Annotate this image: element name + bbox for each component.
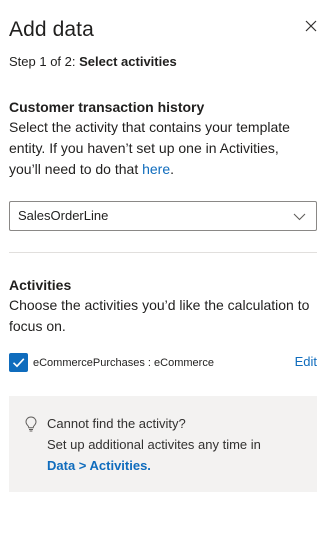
section-divider (9, 252, 317, 253)
activities-section-description: Choose the activities you’d like the cal… (9, 295, 321, 337)
edit-activity-link[interactable]: Edit (295, 354, 317, 370)
customer-section-description: Select the activity that contains your t… (9, 117, 321, 180)
data-activities-link[interactable]: Data > Activities. (47, 458, 151, 473)
activity-checkbox[interactable] (9, 353, 28, 372)
info-line-2: Set up additional activites any time in (47, 437, 261, 452)
customer-desc-line-3-text: you’ll need to do that (9, 161, 143, 177)
customer-desc-line-2: entity. If you haven’t set up one in Act… (9, 140, 279, 156)
dropdown-selected-value: SalesOrderLine (18, 208, 109, 223)
activities-desc-line-2: focus on. (9, 318, 66, 334)
step-indicator: Step 1 of 2: Select activities (9, 54, 177, 70)
here-link[interactable]: here (142, 161, 170, 177)
panel-title: Add data (9, 18, 94, 41)
info-box: Cannot find the activity? Set up additio… (9, 396, 317, 492)
activity-item: eCommercePurchases : eCommerce Edit (9, 353, 319, 373)
customer-desc-line-3-end: . (170, 161, 175, 177)
customer-section-heading: Customer transaction history (9, 99, 205, 115)
customer-desc-line-3: you’ll need to do that here. (9, 159, 321, 180)
step-name: Select activities (79, 54, 177, 69)
checkmark-icon (9, 353, 28, 372)
add-data-panel: Add data Step 1 of 2: Select activities … (0, 0, 330, 556)
step-prefix: Step 1 of 2: (9, 54, 76, 69)
customer-desc-line-1: Select the activity that contains your t… (9, 119, 290, 135)
info-line-1: Cannot find the activity? (47, 416, 186, 431)
lightbulb-icon (25, 416, 37, 432)
activities-section-heading: Activities (9, 277, 72, 293)
info-text: Cannot find the activity? Set up additio… (47, 413, 261, 476)
activity-dropdown[interactable]: SalesOrderLine (9, 201, 317, 231)
activity-label: eCommercePurchases : eCommerce (33, 357, 214, 369)
close-button[interactable] (303, 18, 319, 34)
activities-desc-line-1: Choose the activities you’d like the cal… (9, 297, 310, 313)
chevron-down-icon (293, 210, 306, 223)
close-icon (303, 18, 319, 34)
